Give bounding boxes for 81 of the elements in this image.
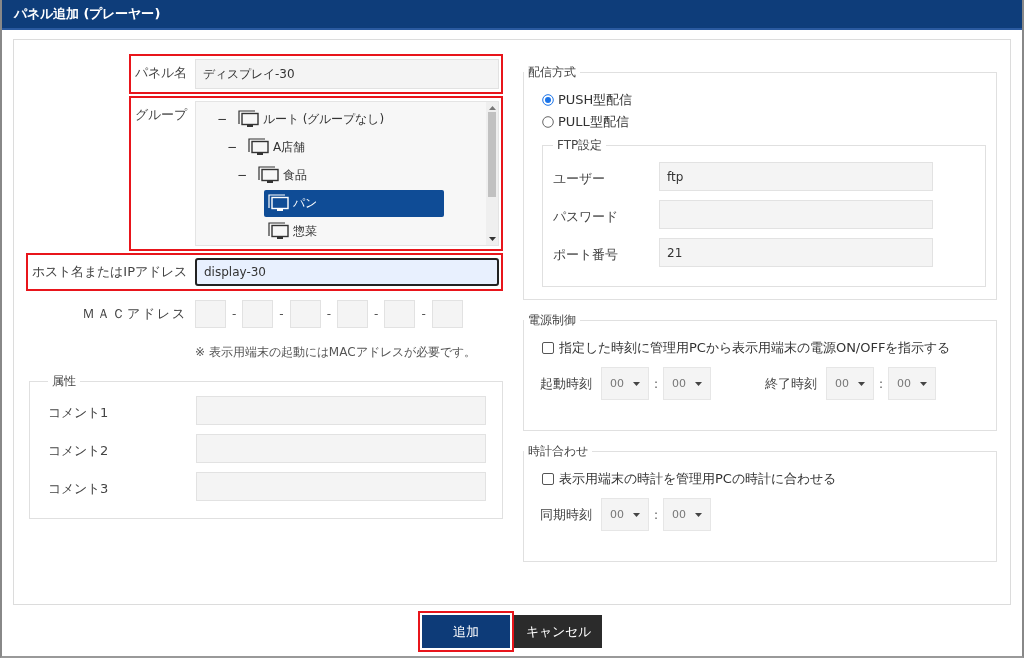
field-label: 起動時刻 bbox=[540, 374, 593, 393]
tree-item[interactable]: パン bbox=[264, 189, 444, 217]
time-separator: : bbox=[654, 376, 659, 391]
monitor-icon bbox=[268, 193, 290, 213]
input-field[interactable]: 21 bbox=[659, 238, 933, 267]
field-label: ユーザー bbox=[553, 170, 606, 188]
mac-separator: - bbox=[374, 307, 379, 321]
tree-item[interactable]: 食品 bbox=[254, 161, 311, 189]
monitor-icon bbox=[238, 109, 260, 129]
scroll-thumb[interactable] bbox=[488, 112, 496, 197]
checkbox[interactable] bbox=[542, 342, 554, 354]
field-label: 同期時刻 bbox=[540, 505, 593, 524]
hour-select[interactable]: 00 bbox=[826, 367, 875, 400]
radio-button[interactable] bbox=[542, 116, 554, 128]
mac-separator: - bbox=[232, 307, 237, 321]
field-label: ホスト名またはIPアドレス bbox=[32, 263, 188, 281]
window-title: パネル追加 (プレーヤー) bbox=[2, 0, 1022, 30]
mac-octet-field[interactable] bbox=[289, 300, 321, 328]
add-button[interactable]: 追加 bbox=[422, 615, 510, 648]
monitor-icon bbox=[258, 165, 280, 185]
field-label: ポート番号 bbox=[553, 246, 619, 264]
group-legend: 電源制御 bbox=[524, 312, 580, 329]
caret-icon bbox=[920, 381, 928, 386]
minute-select[interactable]: 00 bbox=[663, 498, 712, 531]
field-label: 終了時刻 bbox=[765, 374, 819, 393]
time-separator: : bbox=[879, 376, 884, 391]
collapse-toggle[interactable]: − bbox=[216, 112, 228, 126]
caret-icon bbox=[695, 512, 703, 517]
mac-octet-field[interactable] bbox=[431, 300, 463, 328]
field-label: パネル名 bbox=[135, 64, 188, 82]
field-label: パスワード bbox=[553, 208, 619, 226]
monitor-icon bbox=[268, 221, 290, 241]
scroll-up-icon[interactable] bbox=[488, 106, 496, 110]
input-field[interactable] bbox=[659, 200, 933, 229]
caret-icon bbox=[695, 381, 703, 386]
group-legend: 属性 bbox=[48, 373, 80, 390]
tree-item[interactable]: A店舗 bbox=[244, 133, 310, 161]
mac-separator: - bbox=[421, 307, 426, 321]
input-field[interactable]: ftp bbox=[659, 162, 933, 191]
input-field[interactable] bbox=[196, 434, 486, 463]
mac-octet-field[interactable] bbox=[384, 300, 416, 328]
hour-select[interactable]: 00 bbox=[601, 367, 649, 400]
field-label: コメント3 bbox=[48, 480, 110, 498]
mac-octet-field[interactable] bbox=[242, 300, 274, 328]
input-field[interactable]: ディスプレイ-30 bbox=[195, 59, 499, 89]
monitor-icon bbox=[248, 137, 270, 157]
hour-select[interactable]: 00 bbox=[601, 498, 649, 531]
mac-separator: - bbox=[279, 307, 284, 321]
checkbox-option[interactable]: 指定した時刻に管理用PCから表示用端末の電源ON/OFFを指示する bbox=[542, 339, 986, 357]
group-legend: 時計合わせ bbox=[524, 443, 592, 460]
checkbox-option[interactable]: 表示用端末の時計を管理用PCの時計に合わせる bbox=[542, 470, 986, 488]
collapse-toggle[interactable]: − bbox=[226, 140, 238, 154]
group-tree[interactable]: − ルート (グループなし) − A店舗 − 食品 パン 惣菜 bbox=[195, 101, 499, 246]
tree-item[interactable]: 惣菜 bbox=[264, 217, 321, 245]
minute-select[interactable]: 00 bbox=[888, 367, 937, 400]
radio-option[interactable]: PUSH型配信 bbox=[542, 89, 986, 111]
mac-note: ※ 表示用端末の起動にはMACアドレスが必要です。 bbox=[195, 344, 477, 361]
caret-icon bbox=[633, 512, 640, 517]
mac-octet-field[interactable] bbox=[337, 300, 369, 328]
scroll-down-icon[interactable] bbox=[488, 237, 496, 241]
radio-button[interactable] bbox=[542, 94, 554, 106]
field-label: コメント1 bbox=[48, 404, 110, 422]
field-label: コメント2 bbox=[48, 442, 110, 460]
minute-select[interactable]: 00 bbox=[663, 367, 712, 400]
caret-icon bbox=[633, 381, 640, 386]
time-separator: : bbox=[654, 507, 659, 522]
checkbox[interactable] bbox=[542, 473, 554, 485]
mac-separator: - bbox=[326, 307, 332, 321]
input-field[interactable]: display-30 bbox=[195, 258, 499, 286]
mac-octet-field[interactable] bbox=[195, 300, 226, 328]
field-label: ＭＡＣアドレス bbox=[82, 305, 188, 323]
group-legend: 配信方式 bbox=[524, 64, 580, 81]
caret-icon bbox=[858, 381, 866, 386]
cancel-button[interactable]: キャンセル bbox=[514, 615, 602, 648]
tree-item[interactable]: ルート (グループなし) bbox=[234, 105, 389, 133]
collapse-toggle[interactable]: − bbox=[236, 168, 248, 182]
input-field[interactable] bbox=[196, 472, 486, 501]
radio-option[interactable]: PULL型配信 bbox=[542, 111, 986, 133]
field-label: グループ bbox=[135, 106, 189, 124]
group-legend: FTP設定 bbox=[553, 137, 607, 154]
input-field[interactable] bbox=[196, 396, 486, 425]
